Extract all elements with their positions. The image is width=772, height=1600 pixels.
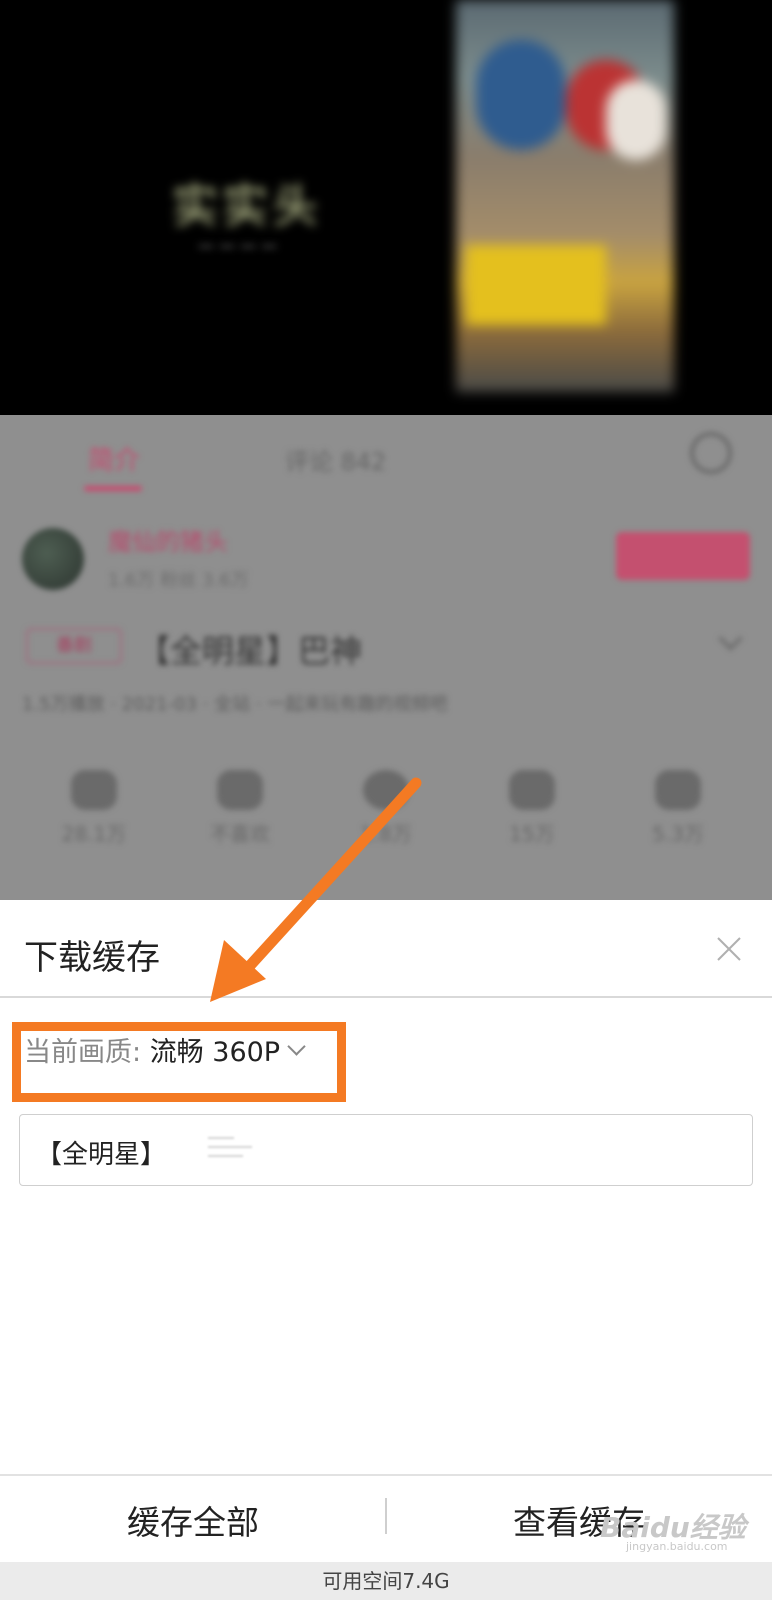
uploader-avatar[interactable] <box>22 528 84 590</box>
dislike-stat[interactable]: 不喜欢 <box>180 770 300 847</box>
coin-stat[interactable]: 1.8万 <box>326 770 446 847</box>
share-count: 5.3万 <box>652 822 704 846</box>
close-icon[interactable] <box>714 934 744 964</box>
video-tag: 番剧 <box>26 628 122 664</box>
download-cache-sheet: 下载缓存 当前画质: 流畅 360P 【全明星】 缓存全部 查看缓存 Baidu… <box>0 900 772 1600</box>
thumbs-up-icon <box>71 770 117 810</box>
favorite-count: 15万 <box>509 822 555 846</box>
video-description: 1.5万播放 · 2021-03 · 全站 · 一起来玩有趣的视频吧 <box>22 694 448 715</box>
episode-item[interactable]: 【全明星】 <box>19 1114 753 1186</box>
thumbs-down-icon <box>217 770 263 810</box>
video-overlay-subtitle: — — — — <box>198 236 278 255</box>
like-count: 28.1万 <box>61 822 127 846</box>
cache-all-button[interactable]: 缓存全部 <box>0 1478 386 1562</box>
video-poster-image <box>456 0 674 392</box>
star-icon <box>509 770 555 810</box>
episode-label-obscured <box>208 1137 252 1163</box>
video-title: 【全明星】巴神 <box>138 632 363 670</box>
episode-label: 【全明星】 <box>36 1140 167 1170</box>
dislike-label: 不喜欢 <box>210 822 270 846</box>
tab-indicator <box>84 486 142 491</box>
video-player[interactable]: 实实头 — — — — <box>0 0 772 415</box>
sheet-title: 下载缓存 <box>24 938 160 978</box>
annotation-highlight-box <box>12 1022 346 1102</box>
baidu-watermark-url: jingyan.baidu.com <box>626 1540 728 1553</box>
tab-intro[interactable]: 简介 <box>88 440 140 477</box>
share-icon <box>655 770 701 810</box>
action-bar-divider <box>0 1474 772 1476</box>
tab-comments[interactable]: 评论 842 <box>285 442 386 477</box>
share-stat[interactable]: 5.3万 <box>618 770 738 847</box>
storage-status: 可用空间7.4G <box>0 1562 772 1600</box>
like-stat[interactable]: 28.1万 <box>34 770 154 847</box>
danmaku-icon[interactable] <box>690 432 732 474</box>
sheet-divider <box>0 996 772 998</box>
uploader-meta: 1.6万 粉丝 3.6万 <box>108 570 249 591</box>
favorite-stat[interactable]: 15万 <box>472 770 592 847</box>
coin-count: 1.8万 <box>360 822 412 846</box>
follow-button[interactable] <box>616 532 750 580</box>
uploader-name[interactable]: 魔仙的猪头 <box>108 522 228 557</box>
coin-icon <box>363 770 409 810</box>
video-overlay-title: 实实头 <box>172 179 322 233</box>
